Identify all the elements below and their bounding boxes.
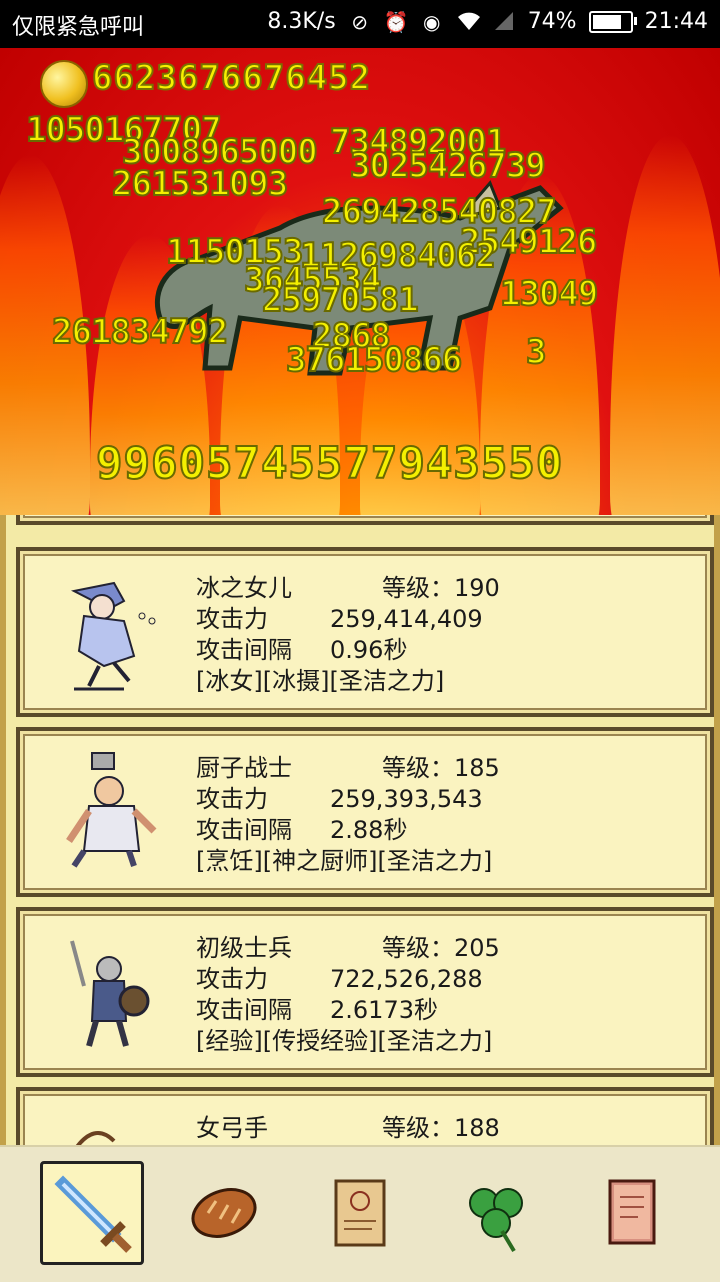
interval-value: 2.88秒	[330, 816, 408, 844]
battery-icon	[588, 10, 637, 33]
wifi-icon	[456, 10, 480, 34]
hero-skills: [冰女][冰摄][圣洁之力]	[196, 667, 445, 695]
attack-label: 攻击力	[196, 785, 268, 813]
hero-card-chef-warrior[interactable]: 厨子战士 等级：185 攻击力 259,393,543 攻击间隔 2.88秒 [烹饪]…	[16, 727, 714, 897]
hero-list[interactable]: 冰之女儿 等级：190 攻击力 259,414,409 攻击间隔 0.96秒 [冰女]…	[0, 515, 720, 1145]
nav-book-button[interactable]	[580, 1161, 684, 1265]
hero-level: 等级：188	[382, 1114, 500, 1142]
clock: 21:44	[644, 9, 708, 34]
hero-card[interactable]	[16, 515, 714, 525]
gold-coin-icon	[40, 60, 88, 108]
damage-number: 3	[525, 331, 548, 373]
hero-level: 等级：205	[382, 934, 500, 962]
no-nfc-icon: ⊘	[351, 9, 369, 34]
bottom-nav	[0, 1145, 720, 1282]
eye-icon: ◉	[422, 9, 441, 34]
sword-icon	[54, 1175, 132, 1253]
interval-label: 攻击间隔	[196, 636, 292, 664]
nav-heroes-button[interactable]	[40, 1161, 144, 1265]
hero-name: 冰之女儿	[196, 574, 292, 602]
gold-amount: 6623676676452	[91, 57, 372, 99]
hero-name: 初级士兵	[196, 934, 292, 962]
hero-card-ice-daughter[interactable]: 冰之女儿 等级：190 攻击力 259,414,409 攻击间隔 0.96秒 [冰女]…	[16, 547, 714, 717]
carrier-text: 仅限紧急呼叫	[12, 15, 145, 40]
signal-icon	[492, 10, 516, 34]
clover-icon	[469, 1188, 523, 1253]
net-speed: 8.3K/s	[267, 9, 336, 34]
damage-number: 25970581	[261, 279, 420, 321]
nav-luck-button[interactable]	[444, 1161, 548, 1265]
book-icon	[608, 1179, 656, 1245]
damage-number: 13049	[499, 273, 599, 315]
total-damage: 99605745577943550	[95, 437, 564, 490]
hero-card-female-archer[interactable]: 女弓手 等级：188	[16, 1087, 714, 1145]
attack-value: 259,393,543	[330, 785, 483, 813]
damage-number: 261834792	[51, 311, 229, 353]
attack-label: 攻击力	[196, 605, 268, 633]
ice-daughter-avatar	[70, 581, 156, 691]
damage-number: 261531093	[111, 163, 289, 205]
hero-skills: [经验][传授经验][圣洁之力]	[196, 1027, 493, 1055]
scroll-icon	[334, 1179, 386, 1247]
interval-label: 攻击间隔	[196, 816, 292, 844]
nav-food-button[interactable]	[172, 1161, 276, 1265]
interval-value: 2.6173秒	[330, 996, 438, 1024]
hero-name: 女弓手	[196, 1114, 268, 1142]
attack-label: 攻击力	[196, 965, 268, 993]
flame-decoration	[610, 135, 720, 515]
chef-warrior-avatar	[66, 752, 157, 868]
nav-quest-button[interactable]	[308, 1161, 412, 1265]
attack-value: 259,414,409	[330, 605, 483, 633]
hero-level: 等级：190	[382, 574, 500, 602]
hero-name: 厨子战士	[196, 754, 292, 782]
status-bar: 仅限紧急呼叫 8.3K/s ⊘ ⏰ ◉ 74% 21:44	[0, 0, 720, 48]
alarm-icon: ⏰	[383, 9, 409, 34]
novice-soldier-avatar	[70, 940, 150, 1047]
damage-number: 3025426739	[349, 145, 547, 187]
female-archer-avatar	[75, 1131, 116, 1145]
battle-scene[interactable]: 6623676676452 1050167707 3008965000 7348…	[0, 48, 720, 515]
interval-label: 攻击间隔	[196, 996, 292, 1024]
damage-number: 376150866	[285, 339, 463, 381]
attack-value: 722,526,288	[330, 965, 483, 993]
bread-icon	[191, 1188, 257, 1238]
battery-percent: 74%	[527, 9, 577, 34]
interval-value: 0.96秒	[330, 636, 408, 664]
hero-level: 等级：185	[382, 754, 500, 782]
hero-skills: [烹饪][神之厨师][圣洁之力]	[196, 847, 493, 875]
hero-card-novice-soldier[interactable]: 初级士兵 等级：205 攻击力 722,526,288 攻击间隔 2.6173秒 [经…	[16, 907, 714, 1077]
